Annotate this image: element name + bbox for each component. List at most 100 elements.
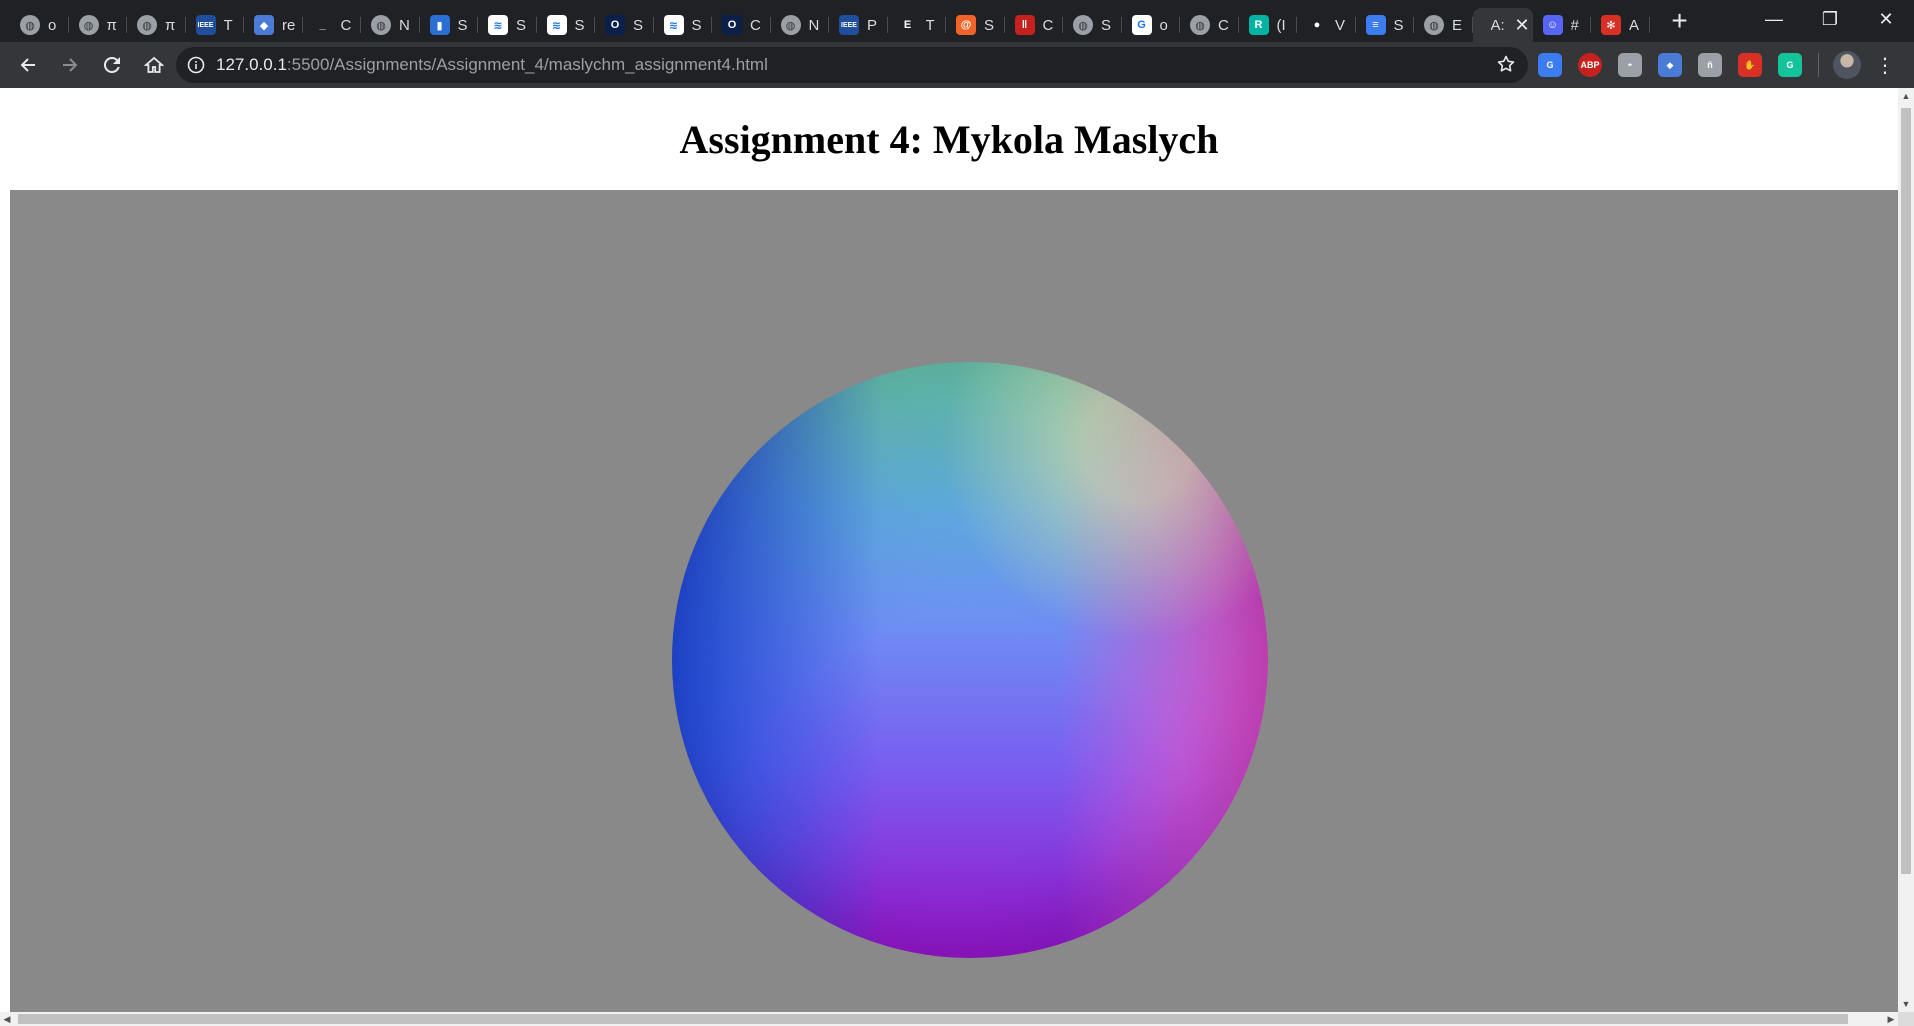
o-letter-icon: O [605, 15, 625, 35]
vertical-scroll-thumb[interactable] [1901, 108, 1911, 874]
page-content: Assignment 4: Mykola Maslych [0, 88, 1898, 1012]
browser-tab[interactable]: R (I [1239, 8, 1298, 42]
url-text[interactable]: 127.0.0.1:5500/Assignments/Assignment_4/… [216, 55, 768, 75]
forward-button[interactable] [50, 45, 90, 85]
extensions-area: G ABP ◓ ◆ ñ ✋ G ⋮ [1538, 50, 1895, 80]
reload-button[interactable] [92, 45, 132, 85]
profile-avatar[interactable] [1833, 51, 1861, 79]
puzzle-icon[interactable]: ñ [1698, 53, 1722, 77]
browser-tab[interactable]: _ C [303, 8, 362, 42]
e-letter-icon: E [897, 15, 918, 35]
url-path: :5500/Assignments/Assignment_4/maslychm_… [286, 55, 768, 74]
restore-button[interactable]: ❐ [1802, 0, 1858, 38]
arrow-right-icon [63, 58, 78, 72]
minimize-button[interactable]: — [1746, 0, 1802, 38]
browser-tab[interactable]: IEEE T [186, 8, 245, 42]
browser-tab[interactable]: ≡ S [1356, 8, 1415, 42]
researchgate-icon: R [1248, 15, 1269, 35]
browser-tab[interactable]: @ S [946, 8, 1005, 42]
browser-tab[interactable]: ◍ π [69, 8, 128, 42]
browser-tab[interactable]: ◍ C [1180, 8, 1239, 42]
horizontal-scrollbar[interactable]: ◀ ▶ [0, 1012, 1898, 1026]
tab-title: S [1393, 16, 1404, 34]
bookmark-star-icon[interactable] [1496, 54, 1516, 79]
page-title: Assignment 4: Mykola Maslych [679, 117, 1219, 162]
browser-tab[interactable]: ◍ N [771, 8, 830, 42]
globe-icon: ◍ [371, 15, 391, 35]
browser-tab[interactable]: OC [712, 8, 771, 42]
stack-icon: ≋ [546, 15, 567, 35]
menu-kebab-icon[interactable]: ⋮ [1875, 53, 1895, 78]
stop-hand-icon[interactable]: ✋ [1738, 53, 1762, 77]
globe-icon: ◍ [780, 15, 801, 35]
tab-title: S [574, 16, 585, 34]
browser-tab[interactable]: ◍ E [1414, 8, 1473, 42]
tab-title: S [516, 16, 527, 34]
browser-tab[interactable]: ◍ π [127, 8, 186, 42]
tab-title: C [340, 16, 352, 34]
browser-tab[interactable]: ◍ o [10, 8, 69, 42]
browser-tab[interactable]: ☺ # [1533, 8, 1592, 42]
globe-icon: ◍ [1424, 15, 1444, 35]
back-button[interactable] [8, 45, 48, 85]
webgl-canvas[interactable] [10, 190, 1898, 1012]
adblock-plus-icon[interactable]: ABP [1578, 53, 1602, 77]
new-tab-button[interactable]: + [1660, 1, 1700, 41]
tab-title: re [282, 16, 296, 34]
grammarly-icon[interactable]: G [1778, 53, 1802, 77]
scroll-right-arrow-icon[interactable]: ▶ [1884, 1012, 1898, 1026]
stack-icon: ≋ [488, 15, 508, 35]
close-tab-icon[interactable]: ✕ [1515, 16, 1530, 34]
underscore-icon: _ [312, 15, 333, 35]
graduation-cap-icon[interactable]: ◆ [1658, 53, 1682, 77]
tab-title: A [1629, 16, 1640, 34]
vertical-scrollbar[interactable]: ▲ ▼ [1898, 88, 1914, 1012]
horizontal-scroll-thumb[interactable] [18, 1014, 1848, 1024]
scroll-up-arrow-icon[interactable]: ▲ [1898, 88, 1914, 104]
browser-tab[interactable]: ≋ S [478, 8, 537, 42]
url-host: 127.0.0.1 [216, 55, 287, 74]
home-icon [144, 56, 164, 73]
browser-tab[interactable]: ◍ N [361, 8, 420, 42]
docs-icon: ≡ [1365, 15, 1386, 35]
ieee-icon: IEEE [195, 15, 216, 35]
globe-icon: ◍ [78, 15, 99, 35]
toolbar-separator [1818, 53, 1819, 77]
tab-title: S [691, 16, 702, 34]
browser-toolbar: 127.0.0.1:5500/Assignments/Assignment_4/… [0, 42, 1914, 88]
discord-icon: ☺ [1542, 15, 1563, 35]
globe-icon: ◍ [137, 15, 157, 35]
site-info-icon[interactable] [176, 56, 216, 74]
browser-tab[interactable]: ✻ A [1591, 8, 1650, 42]
browser-tab[interactable]: ◍ S [1063, 8, 1122, 42]
home-button[interactable] [134, 45, 174, 85]
tab-title: V [1335, 16, 1346, 34]
browser-tab[interactable]: IEEE P [829, 8, 888, 42]
browser-tab[interactable]: ≋ S [537, 8, 596, 42]
browser-tab[interactable]: OS [595, 8, 654, 42]
tab-title: S [1101, 16, 1112, 34]
shaded-sphere [672, 362, 1268, 958]
tab-title: N [808, 16, 820, 34]
browser-tab[interactable]: ◆ re [244, 8, 303, 42]
stack-icon: ≋ [663, 15, 684, 35]
close-window-button[interactable]: ✕ [1858, 0, 1914, 38]
browser-tab[interactable]: ‖ C [1005, 8, 1064, 42]
tab-strip: ◍ o ◍ π ◍ π IEEE T ◆ re _ C ◍ N ▮ S ≋ S ≋ S O S ≋ S O C ◍ N IEEE P E T @… [0, 0, 1914, 42]
globe-icon: ◍ [1190, 15, 1210, 35]
scroll-left-arrow-icon[interactable]: ◀ [0, 1012, 14, 1026]
scroll-down-arrow-icon[interactable]: ▼ [1898, 996, 1914, 1012]
browser-tab[interactable]: ● V [1297, 8, 1356, 42]
google-translate-icon[interactable]: G [1538, 53, 1562, 77]
tab-title: C [1218, 16, 1229, 34]
tab-active[interactable]: A: ✕ [1472, 8, 1533, 42]
browser-tab[interactable]: ≋ S [654, 8, 713, 42]
hat-icon[interactable]: ◓ [1618, 53, 1642, 77]
bar-chart-icon: ▮ [429, 15, 450, 35]
browser-tab[interactable]: ▮ S [420, 8, 479, 42]
tab-title: π [165, 16, 176, 34]
at-icon: @ [956, 15, 976, 35]
browser-tab[interactable]: Go [1122, 8, 1181, 42]
browser-tab[interactable]: ET [888, 8, 947, 42]
address-bar[interactable]: 127.0.0.1:5500/Assignments/Assignment_4/… [176, 47, 1528, 83]
